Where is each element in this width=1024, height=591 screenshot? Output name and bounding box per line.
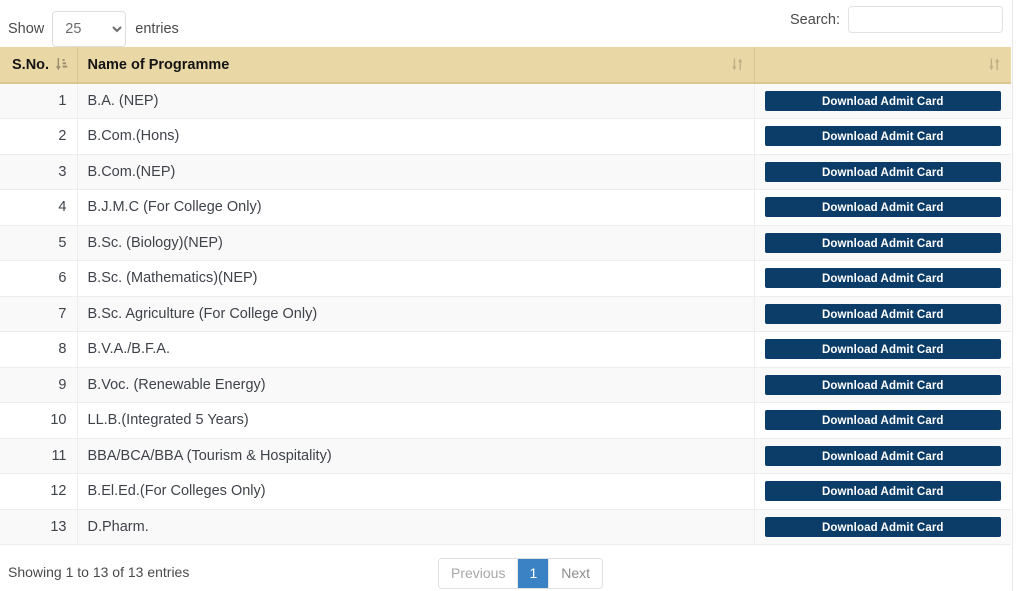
show-entries-label-pre: Show (8, 21, 45, 37)
cell-action: Download Admit Card (753, 331, 1011, 368)
table-row: 9 B.Voc. (Renewable Energy) Download Admit… (0, 366, 1011, 403)
entries-length-select[interactable]: 102550100 (52, 11, 127, 47)
cell-action: Download Admit Card (753, 473, 1011, 510)
cell-programme-name: B.Sc. Agriculture (For College Only) (76, 295, 754, 332)
table-head: S.No. Name of Programme (0, 47, 1011, 84)
table-row: 7 B.Sc. Agriculture (For College Only) Dow… (0, 295, 1011, 332)
search-control: Search: (790, 6, 1003, 33)
cell-programme-name: B.Com.(NEP) (76, 153, 754, 190)
download-admit-card-button[interactable]: Download Admit Card (764, 126, 1001, 147)
download-admit-card-button[interactable]: Download Admit Card (764, 232, 1001, 253)
cell-programme-name: D.Pharm. (76, 508, 754, 545)
table-controls: Show 102550100 entries Search: (0, 0, 1011, 47)
table-row: 8 B.V.A./B.F.A. Download Admit Card (0, 331, 1011, 368)
column-header-programme[interactable]: Name of Programme (76, 47, 754, 84)
table-row: 3 B.Com.(NEP) Download Admit Card (0, 153, 1011, 190)
cell-programme-name: BBA/BCA/BBA (Tourism & Hospitality) (76, 437, 754, 474)
download-admit-card-button[interactable]: Download Admit Card (764, 445, 1001, 466)
table-row: 11 BBA/BCA/BBA (Tourism & Hospitality) Dow… (0, 437, 1011, 474)
cell-serial-number: 4 (0, 189, 77, 226)
cell-action: Download Admit Card (753, 118, 1011, 155)
cell-programme-name: B.Sc. (Biology)(NEP) (76, 224, 754, 261)
cell-action: Download Admit Card (753, 508, 1011, 545)
sort-both-icon (988, 57, 1001, 72)
pagination-previous-button[interactable]: Previous (439, 559, 519, 588)
cell-programme-name: B.A. (NEP) (76, 82, 754, 119)
download-admit-card-button[interactable]: Download Admit Card (764, 481, 1001, 502)
cell-serial-number: 12 (0, 473, 77, 510)
table-row: 4 B.J.M.C (For College Only) Download Admi… (0, 189, 1011, 226)
search-label: Search: (790, 11, 840, 28)
cell-programme-name: B.J.M.C (For College Only) (76, 189, 754, 226)
datatable-wrapper: Show 102550100 entries Search: S. (0, 0, 1011, 591)
cell-serial-number: 11 (0, 437, 77, 474)
cell-serial-number: 9 (0, 366, 77, 403)
download-admit-card-button[interactable]: Download Admit Card (764, 91, 1001, 111)
sort-both-icon (731, 57, 744, 72)
sort-asc-icon (55, 57, 68, 72)
cell-serial-number: 8 (0, 331, 77, 368)
cell-programme-name: B.Sc. (Mathematics)(NEP) (76, 260, 754, 297)
table-footer: Showing 1 to 13 of 13 entries Previous 1… (0, 545, 1011, 591)
cell-programme-name: B.Voc. (Renewable Energy) (76, 366, 754, 403)
column-header-programme-label: Name of Programme (87, 56, 230, 73)
cell-serial-number: 3 (0, 153, 77, 190)
download-admit-card-button[interactable]: Download Admit Card (764, 161, 1001, 182)
table-row: 5 B.Sc. (Biology)(NEP) Download Admit Card (0, 224, 1011, 261)
cell-serial-number: 2 (0, 118, 77, 155)
pagination: Previous 1 Next (438, 558, 604, 589)
cell-programme-name: B.El.Ed.(For Colleges Only) (76, 473, 754, 510)
download-admit-card-button[interactable]: Download Admit Card (764, 303, 1001, 324)
cell-action: Download Admit Card (753, 82, 1011, 119)
cell-action: Download Admit Card (753, 366, 1011, 403)
table-row: 1 B.A. (NEP) Download Admit Card (0, 82, 1011, 119)
entries-length-control: Show 102550100 entries (8, 11, 179, 47)
table-row: 12 B.El.Ed.(For Colleges Only) Download Ad… (0, 473, 1011, 510)
pagination-next-button[interactable]: Next (549, 559, 603, 588)
cell-action: Download Admit Card (753, 295, 1011, 332)
table-row: 13 D.Pharm. Download Admit Card (0, 508, 1011, 545)
search-input[interactable] (848, 6, 1003, 33)
cell-action: Download Admit Card (753, 224, 1011, 261)
table-body: 1 B.A. (NEP) Download Admit Card 2 B.Com.(Ho… (0, 82, 1011, 545)
programmes-table: S.No. Name of Programme 1 B.A. (NEP) Dow… (0, 47, 1011, 545)
download-admit-card-button[interactable]: Download Admit Card (764, 516, 1001, 537)
page-edge-divider (1012, 0, 1013, 591)
cell-serial-number: 5 (0, 224, 77, 261)
cell-serial-number: 7 (0, 295, 77, 332)
download-admit-card-button[interactable]: Download Admit Card (764, 339, 1001, 360)
table-row: 2 B.Com.(Hons) Download Admit Card (0, 118, 1011, 155)
cell-serial-number: 10 (0, 402, 77, 439)
table-header-row: S.No. Name of Programme (0, 47, 1011, 84)
table-row: 6 B.Sc. (Mathematics)(NEP) Download Admit … (0, 260, 1011, 297)
column-header-action[interactable] (753, 47, 1011, 84)
cell-action: Download Admit Card (753, 402, 1011, 439)
cell-serial-number: 1 (0, 82, 77, 119)
cell-programme-name: B.V.A./B.F.A. (76, 331, 754, 368)
show-entries-label-post: entries (135, 21, 179, 37)
column-header-sno-label: S.No. (12, 56, 50, 73)
cell-programme-name: LL.B.(Integrated 5 Years) (76, 402, 754, 439)
pagination-page-1-button[interactable]: 1 (518, 559, 550, 588)
download-admit-card-button[interactable]: Download Admit Card (764, 268, 1001, 289)
entries-info: Showing 1 to 13 of 13 entries (8, 564, 190, 580)
download-admit-card-button[interactable]: Download Admit Card (764, 197, 1001, 218)
column-header-sno[interactable]: S.No. (0, 47, 77, 84)
cell-action: Download Admit Card (753, 437, 1011, 474)
cell-action: Download Admit Card (753, 189, 1011, 226)
cell-serial-number: 6 (0, 260, 77, 297)
download-admit-card-button[interactable]: Download Admit Card (764, 410, 1001, 431)
cell-action: Download Admit Card (753, 153, 1011, 190)
page-root: Show 102550100 entries Search: S. (0, 0, 1024, 591)
download-admit-card-button[interactable]: Download Admit Card (764, 374, 1001, 395)
cell-serial-number: 13 (0, 508, 77, 545)
table-row: 10 LL.B.(Integrated 5 Years) Download Admi… (0, 402, 1011, 439)
cell-action: Download Admit Card (753, 260, 1011, 297)
cell-programme-name: B.Com.(Hons) (76, 118, 754, 155)
